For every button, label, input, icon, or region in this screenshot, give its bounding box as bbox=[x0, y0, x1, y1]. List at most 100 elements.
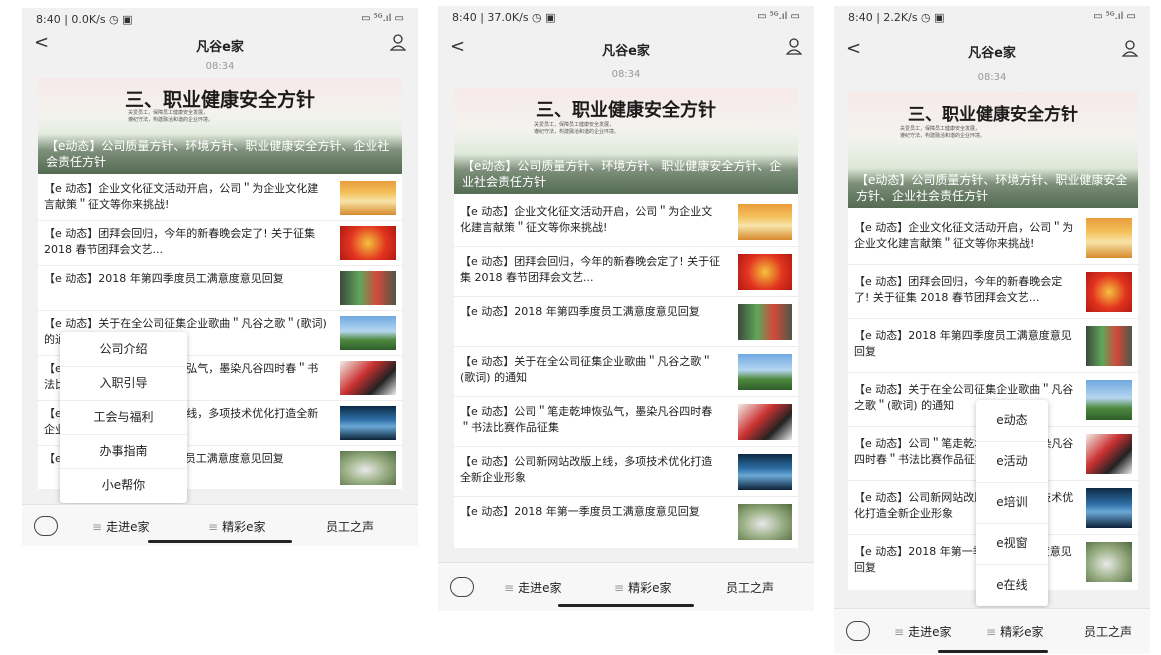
banner-subtext-2: 遵纪守法，构建融洽和谐的企业环境。 bbox=[900, 133, 986, 139]
nav-bar: < 凡谷e家 bbox=[834, 36, 1150, 66]
popup-menu: 公司介绍 入职引导 工会与福利 办事指南 小e帮你 bbox=[60, 332, 187, 503]
banner-subtext-2: 遵纪守法，构建融洽和谐的企业环境。 bbox=[128, 117, 214, 123]
message-time: 08:34 bbox=[977, 72, 1007, 83]
tab-employee-voice[interactable]: 员工之声 bbox=[1084, 623, 1132, 640]
article-title: 【e 动态】2018 年第一季度员工满意度意见回复 bbox=[460, 505, 700, 518]
article-thumbnail bbox=[1086, 272, 1132, 312]
status-icons: ▭ ⁵ᴳ.ıl ▭ bbox=[361, 13, 404, 24]
keyboard-icon[interactable] bbox=[846, 621, 870, 641]
home-indicator bbox=[938, 650, 1048, 653]
popup-menu: e动态 e活动 e培训 e视窗 e在线 bbox=[976, 400, 1048, 606]
tab-enter-home[interactable]: ≡ 走进e家 bbox=[894, 623, 951, 640]
article-title: 【e 动态】2018 年第四季度员工满意度意见回复 bbox=[460, 305, 700, 318]
tab-employee-voice[interactable]: 员工之声 bbox=[726, 579, 774, 596]
banner-subtext-1: 关爱员工，保障员工健康安全发展， bbox=[900, 126, 981, 132]
user-icon[interactable] bbox=[786, 37, 802, 55]
banner-caption: 【e动态】公司质量方针、环境方针、职业健康安全方针、企业社会责任方针 bbox=[848, 168, 1138, 208]
news-card: 三、职业健康安全方针 关爱员工，保障员工健康安全发展， 遵纪守法，构建融洽和谐的… bbox=[454, 88, 798, 548]
tab-enter-home[interactable]: ≡ 走进e家 bbox=[504, 579, 561, 596]
article-title: 【e 动态】团拜会回归，今年的新春晚会定了! 关于征集 2018 春节团拜会文艺… bbox=[460, 255, 721, 284]
article-row[interactable]: 【e 动态】2018 年第四季度员工满意度意见回复 bbox=[38, 265, 402, 311]
status-bar: 8:40 | 2.2K/s ◷ ▣ ▭ ⁵ᴳ.ıl ▭ bbox=[834, 6, 1150, 28]
status-bar: 8:40 | 0.0K/s ◷ ▣ ▭ ⁵ᴳ.ıl ▭ bbox=[22, 8, 418, 30]
banner-subtext-2: 遵纪守法，构建融洽和谐的企业环境。 bbox=[534, 129, 620, 135]
article-thumbnail bbox=[738, 404, 792, 440]
status-icons: ▭ ⁵ᴳ.ıl ▭ bbox=[1093, 11, 1136, 22]
tab-highlights[interactable]: ≡ 精彩e家 bbox=[986, 623, 1043, 640]
status-bar: 8:40 | 37.0K/s ◷ ▣ ▭ ⁵ᴳ.ıl ▭ bbox=[438, 6, 814, 28]
article-row[interactable]: 【e 动态】企业文化征文活动开启，公司＂为企业文化建言献策＂征文等你来挑战! bbox=[454, 196, 798, 247]
article-title: 【e 动态】2018 年第四季度员工满意度意见回复 bbox=[44, 272, 284, 285]
tab-enter-home[interactable]: ≡ 走进e家 bbox=[92, 518, 149, 535]
menu-item-company-intro[interactable]: 公司介绍 bbox=[60, 332, 187, 367]
bottom-tab-bar: ≡ 走进e家 ≡ 精彩e家 员工之声 bbox=[834, 608, 1150, 654]
article-row[interactable]: 【e 动态】企业文化征文活动开启，公司＂为企业文化建言献策＂征文等你来挑战! bbox=[848, 210, 1138, 265]
article-thumbnail bbox=[1086, 326, 1132, 366]
article-thumbnail bbox=[1086, 488, 1132, 528]
article-title: 【e 动态】关于在全公司征集企业歌曲＂凡谷之歌＂(歌词) 的通知 bbox=[460, 355, 713, 384]
article-title: 【e 动态】团拜会回归，今年的新春晚会定了! 关于征集 2018 春节团拜会文艺… bbox=[854, 275, 1063, 304]
nav-bar: < 凡谷e家 bbox=[438, 34, 814, 64]
article-thumbnail bbox=[738, 354, 792, 390]
article-row[interactable]: 【e 动态】团拜会回归，今年的新春晚会定了! 关于征集 2018 春节团拜会文艺… bbox=[454, 246, 798, 297]
article-thumbnail bbox=[340, 316, 396, 350]
article-thumbnail bbox=[340, 451, 396, 485]
article-row[interactable]: 【e 动态】团拜会回归，今年的新春晚会定了! 关于征集 2018 春节团拜会文艺… bbox=[38, 220, 402, 266]
news-banner[interactable]: 三、职业健康安全方针 关爱员工，保障员工健康安全发展， 遵纪守法，构建融洽和谐的… bbox=[848, 92, 1138, 208]
tab-employee-voice[interactable]: 员工之声 bbox=[326, 518, 374, 535]
banner-caption: 【e动态】公司质量方针、环境方针、职业健康安全方针、企业社会责任方针 bbox=[38, 134, 402, 174]
article-row[interactable]: 【e 动态】关于在全公司征集企业歌曲＂凡谷之歌＂(歌词) 的通知 bbox=[454, 346, 798, 397]
banner-heading: 三、职业健康安全方针 bbox=[536, 100, 716, 121]
article-title: 【e 动态】2018 年第四季度员工满意度意见回复 bbox=[854, 329, 1072, 358]
menu-item-e-activity[interactable]: e活动 bbox=[976, 441, 1048, 483]
user-icon[interactable] bbox=[390, 33, 406, 51]
phone-screen-2: 8:40 | 37.0K/s ◷ ▣ ▭ ⁵ᴳ.ıl ▭ < 凡谷e家 08:3… bbox=[438, 6, 814, 611]
article-row[interactable]: 【e 动态】2018 年第四季度员工满意度意见回复 bbox=[848, 318, 1138, 373]
article-thumbnail bbox=[340, 361, 396, 395]
page-title: 凡谷e家 bbox=[602, 44, 650, 59]
article-thumbnail bbox=[1086, 434, 1132, 474]
article-thumbnail bbox=[340, 406, 396, 440]
phone-screen-1: 8:40 | 0.0K/s ◷ ▣ ▭ ⁵ᴳ.ıl ▭ < 凡谷e家 08:34… bbox=[22, 8, 418, 546]
menu-item-onboarding[interactable]: 入职引导 bbox=[60, 366, 187, 401]
article-row[interactable]: 【e 动态】2018 年第四季度员工满意度意见回复 bbox=[454, 296, 798, 347]
article-title: 【e 动态】企业文化征文活动开启，公司＂为企业文化建言献策＂征文等你来挑战! bbox=[854, 221, 1074, 250]
message-time: 08:34 bbox=[611, 69, 641, 80]
article-thumbnail bbox=[738, 204, 792, 240]
banner-subtext-1: 关爱员工，保障员工健康安全发展， bbox=[534, 122, 615, 128]
article-row[interactable]: 【e 动态】公司＂笔走乾坤恢弘气，墨染凡谷四时春＂书法比赛作品征集 bbox=[454, 396, 798, 447]
menu-item-help[interactable]: 小e帮你 bbox=[60, 468, 187, 503]
banner-caption: 【e动态】公司质量方针、环境方针、职业健康安全方针、企业社会责任方针 bbox=[454, 154, 798, 194]
article-row[interactable]: 【e 动态】2018 年第一季度员工满意度意见回复 bbox=[454, 496, 798, 548]
news-banner[interactable]: 三、职业健康安全方针 关爱员工，保障员工健康安全发展， 遵纪守法，构建融洽和谐的… bbox=[38, 78, 402, 174]
menu-item-e-online[interactable]: e在线 bbox=[976, 564, 1048, 606]
banner-subtext-1: 关爱员工，保障员工健康安全发展， bbox=[128, 110, 209, 116]
news-banner[interactable]: 三、职业健康安全方针 关爱员工，保障员工健康安全发展， 遵纪守法，构建融洽和谐的… bbox=[454, 88, 798, 194]
status-time: 8:40 | 2.2K/s ◷ ▣ bbox=[848, 11, 945, 24]
status-time: 8:40 | 0.0K/s ◷ ▣ bbox=[36, 13, 133, 26]
page-title: 凡谷e家 bbox=[968, 46, 1016, 61]
article-thumbnail bbox=[738, 254, 792, 290]
article-thumbnail bbox=[1086, 542, 1132, 582]
article-row[interactable]: 【e 动态】公司新网站改版上线，多项技术优化打造全新企业形象 bbox=[454, 446, 798, 497]
home-indicator bbox=[148, 540, 292, 543]
menu-item-union-benefits[interactable]: 工会与福利 bbox=[60, 400, 187, 435]
menu-item-e-training[interactable]: e培训 bbox=[976, 482, 1048, 524]
keyboard-icon[interactable] bbox=[450, 577, 474, 597]
article-row[interactable]: 【e 动态】团拜会回归，今年的新春晚会定了! 关于征集 2018 春节团拜会文艺… bbox=[848, 264, 1138, 319]
article-thumbnail bbox=[738, 304, 792, 340]
banner-heading: 三、职业健康安全方针 bbox=[908, 105, 1078, 125]
user-icon[interactable] bbox=[1122, 39, 1138, 57]
nav-bar: < 凡谷e家 bbox=[22, 30, 418, 60]
menu-item-e-news[interactable]: e动态 bbox=[976, 400, 1048, 442]
article-title: 【e 动态】公司新网站改版上线，多项技术优化打造全新企业形象 bbox=[460, 455, 713, 484]
message-time: 08:34 bbox=[205, 61, 235, 72]
tab-highlights[interactable]: ≡ 精彩e家 bbox=[614, 579, 671, 596]
tab-highlights[interactable]: ≡ 精彩e家 bbox=[208, 518, 265, 535]
article-row[interactable]: 【e 动态】企业文化征文活动开启，公司＂为企业文化建言献策＂征文等你来挑战! bbox=[38, 175, 402, 221]
menu-item-guide[interactable]: 办事指南 bbox=[60, 434, 187, 469]
article-thumbnail bbox=[340, 181, 396, 215]
banner-heading: 三、职业健康安全方针 bbox=[124, 89, 315, 111]
menu-item-e-window[interactable]: e视窗 bbox=[976, 523, 1048, 565]
keyboard-icon[interactable] bbox=[34, 516, 58, 536]
